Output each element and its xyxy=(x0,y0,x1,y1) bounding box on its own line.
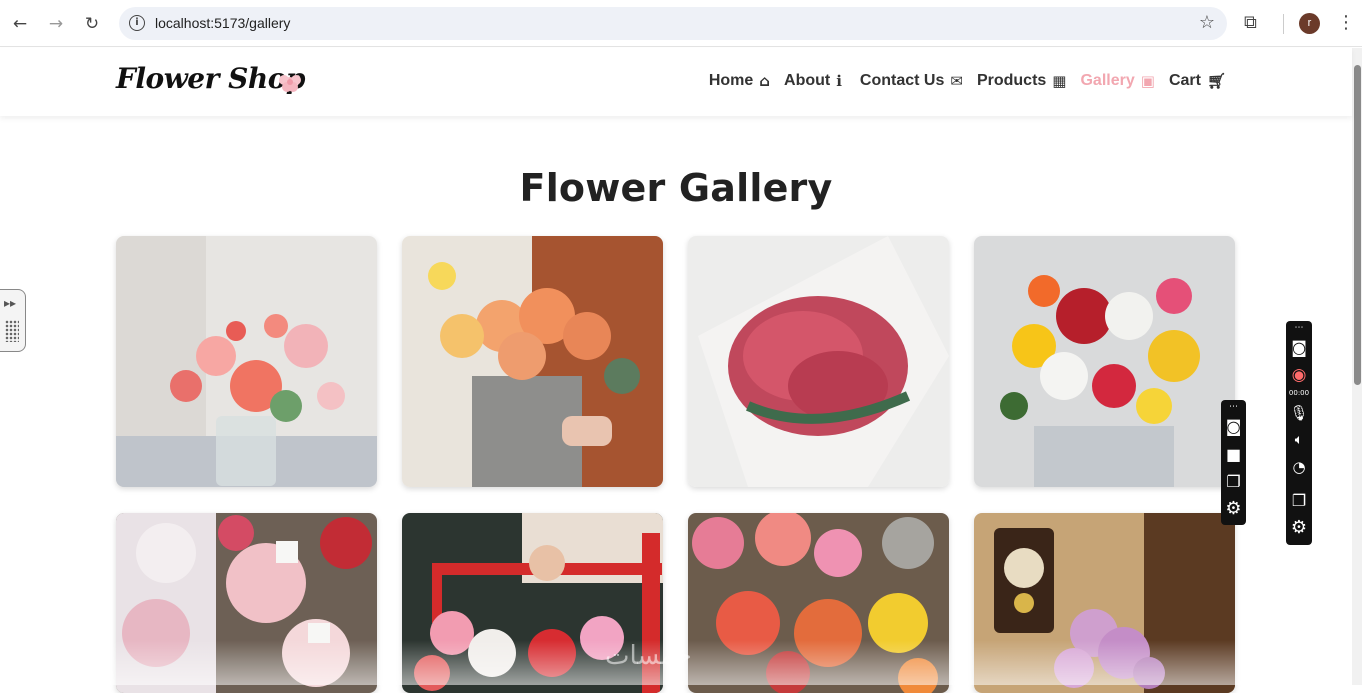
gallery-image[interactable] xyxy=(974,236,1235,487)
recorder-mini-toolbar: ⋯ ◙ ■ ❐ ⚙ xyxy=(1221,400,1246,525)
gallery-image[interactable] xyxy=(688,236,949,487)
toolbar-divider xyxy=(1283,14,1284,34)
scrollbar-thumb[interactable] xyxy=(1354,65,1361,385)
cart-icon: 🛒︎ xyxy=(1206,72,1226,90)
reload-icon[interactable]: ↻ xyxy=(80,12,104,36)
rose-bouquet-vase-image xyxy=(116,236,377,487)
nav-products-label: Products xyxy=(976,72,1047,89)
orange-roses-hatbox-image xyxy=(402,236,663,487)
nav-contact-label: Contact Us xyxy=(859,72,945,89)
recorder-toolbar: ⋯ ◙ ◉ 00:00 🎙︎ 🔈︎ ◔ ❐ ⚙ xyxy=(1286,321,1312,545)
settings-gear-icon[interactable]: ⚙ xyxy=(1286,517,1312,538)
watermark-text: خمسات xyxy=(605,641,692,671)
profile-avatar[interactable]: r xyxy=(1299,13,1320,34)
mixed-sunflower-bouquet-image xyxy=(974,236,1235,487)
microphone-icon[interactable]: 🎙︎ xyxy=(1286,404,1312,422)
main-nav: Home ⌂ About ℹ Contact Us ✉ Products ▦ Galle… xyxy=(709,72,1226,90)
screen-copy-icon[interactable]: ❐ xyxy=(1286,491,1312,510)
url-text[interactable]: localhost:5173/gallery xyxy=(155,15,290,31)
site-header: Flower Shop Home ⌂ About ℹ Contact Us ✉ Pro… xyxy=(0,48,1352,116)
toolbar-menu-icon[interactable]: ⋯ xyxy=(1221,402,1246,412)
nav-about[interactable]: About ℹ xyxy=(784,72,842,90)
video-camera-icon[interactable]: ■ xyxy=(1221,445,1246,464)
site-info-icon[interactable]: i xyxy=(129,15,145,31)
red-tulips-paper-image xyxy=(688,236,949,487)
nav-cart[interactable]: Cart 🛒︎ xyxy=(1169,72,1226,90)
forward-arrow-icon[interactable]: → xyxy=(44,12,68,36)
nav-about-label: About xyxy=(784,72,831,89)
camera-icon[interactable]: ◙ xyxy=(1221,417,1246,436)
camera-icon[interactable]: ◙ xyxy=(1286,338,1312,357)
home-icon: ⌂ xyxy=(759,72,771,90)
browser-menu-icon[interactable]: ⋮ xyxy=(1337,12,1355,33)
nav-home[interactable]: Home ⌂ xyxy=(709,72,770,90)
info-icon: ℹ xyxy=(836,72,842,90)
boxes-icon: ▦ xyxy=(1052,72,1067,90)
address-bar[interactable]: i localhost:5173/gallery ☆ xyxy=(119,7,1227,40)
toolbar-menu-icon[interactable]: ⋯ xyxy=(1286,323,1312,333)
site-logo[interactable]: Flower Shop xyxy=(116,62,305,95)
browser-toolbar: ← → ↻ i localhost:5173/gallery ☆ ⧉ r ⋮ xyxy=(0,0,1362,47)
nav-products[interactable]: Products ▦ xyxy=(977,72,1067,90)
recording-timer: 00:00 xyxy=(1288,389,1310,397)
back-arrow-icon[interactable]: ← xyxy=(8,12,32,36)
flower-logo-icon xyxy=(279,75,301,92)
nav-gallery-label: Gallery xyxy=(1080,72,1135,89)
nav-home-label: Home xyxy=(708,72,754,89)
envelope-icon: ✉ xyxy=(950,72,963,90)
extensions-puzzle-icon[interactable]: ⧉ xyxy=(1244,12,1257,33)
gallery-image[interactable] xyxy=(116,236,377,487)
bookmark-star-icon[interactable]: ☆ xyxy=(1199,12,1215,33)
drag-dots-icon[interactable] xyxy=(5,320,19,342)
nav-gallery[interactable]: Gallery ▣ xyxy=(1080,72,1154,90)
speaker-icon[interactable]: 🔈︎ xyxy=(1286,432,1312,448)
nav-cart-label: Cart xyxy=(1168,72,1201,89)
screen-copy-icon[interactable]: ❐ xyxy=(1221,472,1246,491)
settings-gear-icon[interactable]: ⚙ xyxy=(1221,498,1246,519)
page-title: Flower Gallery xyxy=(519,166,833,210)
gallery-image[interactable] xyxy=(402,236,663,487)
record-button-icon[interactable]: ◉ xyxy=(1286,365,1312,385)
nav-contact[interactable]: Contact Us ✉ xyxy=(860,72,963,90)
recorder-side-handle[interactable]: ▸▸ xyxy=(0,289,26,352)
webcam-toggle-icon[interactable]: ◔ xyxy=(1286,458,1312,476)
double-chevron-right-icon[interactable]: ▸▸ xyxy=(4,296,16,310)
images-icon: ▣ xyxy=(1140,72,1155,90)
